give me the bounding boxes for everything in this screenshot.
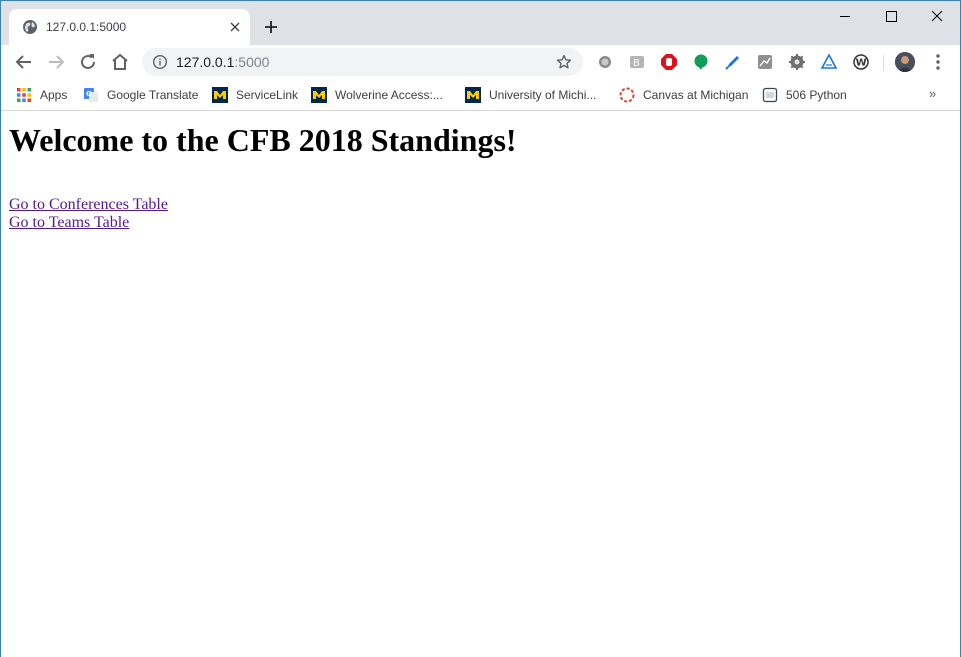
browser-window: 127.0.0.1:5000 127.0.0.1:5000 B W Apps G… <box>0 0 961 657</box>
w-circle-icon[interactable]: W <box>852 53 870 71</box>
apps-grid-icon <box>17 88 31 102</box>
reload-icon[interactable] <box>76 50 100 74</box>
google-translate-icon: G <box>84 88 98 102</box>
michigan-block-m-icon <box>465 87 481 103</box>
site-info-icon[interactable] <box>152 54 168 70</box>
page-heading: Welcome to the CFB 2018 Standings! <box>9 122 517 158</box>
bookmarks-bar: Apps G Google Translate ServiceLink Wolv… <box>1 79 960 111</box>
globe-icon <box>23 20 37 34</box>
more-menu-icon[interactable] <box>931 53 945 71</box>
bookmark-label: Canvas at Michigan <box>643 88 749 102</box>
tab-close-icon[interactable] <box>226 18 244 36</box>
address-bar[interactable]: 127.0.0.1:5000 <box>142 48 583 76</box>
url-text[interactable]: 127.0.0.1:5000 <box>176 54 269 70</box>
python-book-icon <box>762 87 778 103</box>
bookmarks-overflow-chevron-icon[interactable]: » <box>929 87 936 101</box>
bookmark-label: Google Translate <box>107 88 199 102</box>
page-content: Welcome to the CFB 2018 Standings! Go to… <box>1 112 960 657</box>
extension-circle-icon[interactable] <box>596 53 614 71</box>
bookmark-university-of-michigan[interactable]: University of Michi... <box>465 85 596 105</box>
forward-arrow-icon[interactable] <box>44 50 68 74</box>
toolbar-separator <box>883 55 884 71</box>
avatar-icon <box>895 52 915 72</box>
svg-text:W: W <box>856 58 867 69</box>
maximize-window-icon[interactable] <box>868 1 914 31</box>
bookmark-canvas[interactable]: Canvas at Michigan <box>619 85 748 105</box>
bookmark-servicelink[interactable]: ServiceLink <box>212 85 298 105</box>
home-icon[interactable] <box>108 50 132 74</box>
bookmark-label: Wolverine Access:... <box>335 88 443 102</box>
chart-extension-icon[interactable] <box>756 53 774 71</box>
green-location-icon[interactable] <box>692 53 710 71</box>
bookmark-506-python[interactable]: 506 Python <box>762 85 847 105</box>
bookmark-label: ServiceLink <box>236 88 299 102</box>
extension-b-icon[interactable]: B <box>628 53 646 71</box>
highlighter-pen-icon[interactable] <box>724 53 742 71</box>
tab-title: 127.0.0.1:5000 <box>46 20 127 34</box>
bookmark-google-translate[interactable]: G Google Translate <box>83 85 198 105</box>
bookmark-star-icon[interactable] <box>555 53 573 71</box>
new-tab-plus-icon[interactable] <box>260 16 282 38</box>
bookmark-label: Apps <box>40 88 68 102</box>
close-window-icon[interactable] <box>914 1 960 31</box>
svg-text:B: B <box>633 58 640 69</box>
svg-text:G: G <box>86 90 92 98</box>
conferences-table-link[interactable]: Go to Conferences Table <box>9 196 168 214</box>
browser-toolbar: 127.0.0.1:5000 B W <box>1 45 960 79</box>
tab-strip: 127.0.0.1:5000 <box>1 1 960 45</box>
michigan-block-m-icon <box>212 87 228 103</box>
url-host: 127.0.0.1 <box>176 54 235 70</box>
teams-table-link[interactable]: Go to Teams Table <box>9 214 168 232</box>
canvas-icon <box>619 87 635 103</box>
bookmark-label: 506 Python <box>786 88 847 102</box>
bookmark-label: University of Michi... <box>489 88 597 102</box>
michigan-block-m-icon <box>311 87 327 103</box>
gear-icon[interactable] <box>788 53 806 71</box>
nav-links: Go to Conferences Table Go to Teams Tabl… <box>9 196 168 232</box>
triangle-logo-icon[interactable] <box>820 53 838 71</box>
back-arrow-icon[interactable] <box>12 50 36 74</box>
bookmark-wolverine-access[interactable]: Wolverine Access:... <box>311 85 443 105</box>
profile-avatar[interactable] <box>895 52 915 72</box>
adblock-stop-icon[interactable] <box>660 53 678 71</box>
minimize-window-icon[interactable] <box>822 1 868 31</box>
tab-active[interactable]: 127.0.0.1:5000 <box>9 9 250 45</box>
bookmark-apps[interactable]: Apps <box>16 85 67 105</box>
url-port: :5000 <box>234 54 270 70</box>
